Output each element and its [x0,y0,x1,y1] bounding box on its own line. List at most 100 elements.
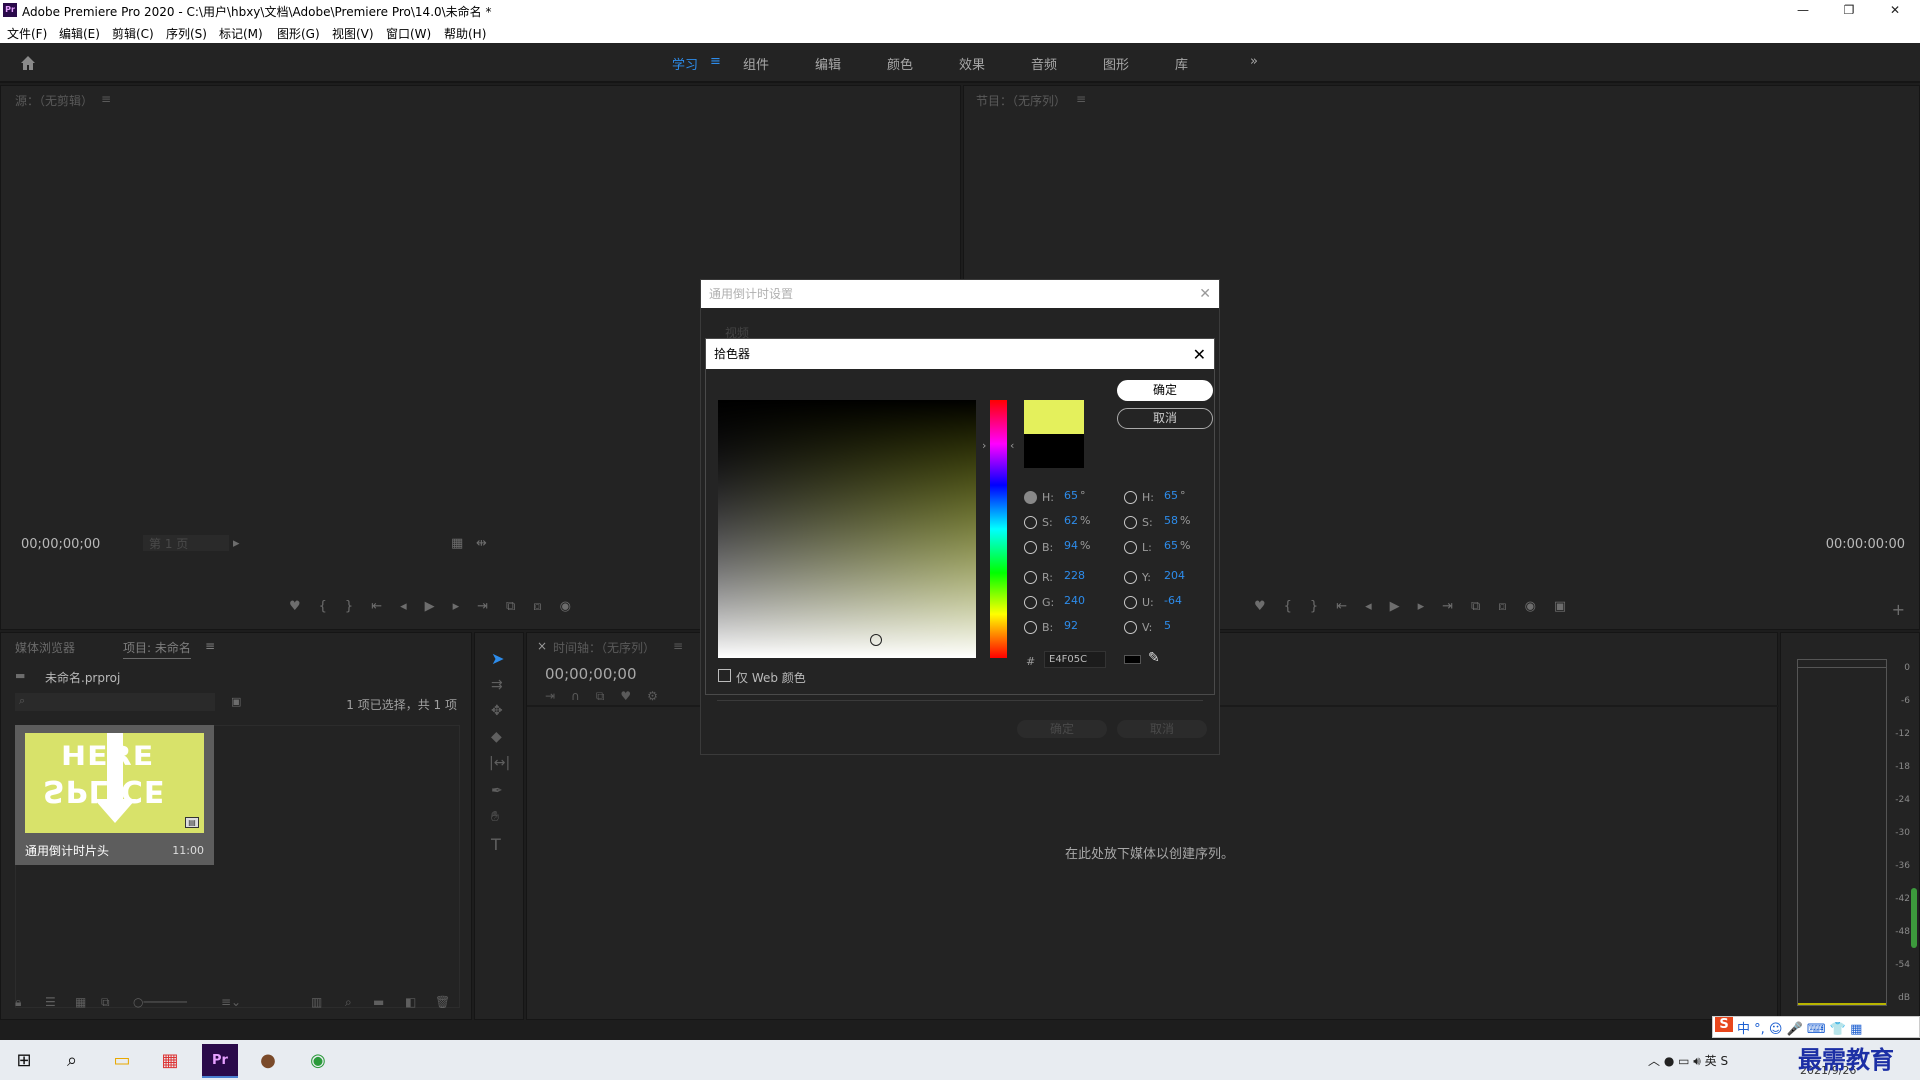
menu-view[interactable]: 视图(V) [332,25,374,42]
premiere-taskbar-icon[interactable]: Pr [202,1044,238,1078]
automate-icon[interactable]: ▥ [311,995,322,1009]
picker-cancel-button[interactable]: 取消 [1117,408,1213,429]
radio-hsl-s[interactable] [1124,516,1137,529]
timeline-close-icon[interactable]: × [537,639,547,653]
volume-slider[interactable] [1911,888,1917,948]
menu-help[interactable]: 帮助(H) [444,25,486,42]
taskbar-app-icon[interactable]: ▦ [152,1044,188,1078]
project-menu-icon[interactable]: ≡ [205,639,215,653]
pen-tool-icon[interactable]: ✒ [491,783,503,799]
selection-tool-icon[interactable]: ➤ [491,649,504,668]
menu-clip[interactable]: 剪辑(C) [112,25,154,42]
yuv-y-value[interactable]: 204 [1164,569,1185,582]
radio-hsl-l[interactable] [1124,541,1137,554]
source-settings-icon[interactable]: ▦ [451,536,463,551]
restore-button[interactable]: ❐ [1826,0,1872,21]
source-fit-icon[interactable]: ⇹ [476,536,487,551]
program-menu-icon[interactable]: ≡ [1076,92,1086,106]
project-footer-toolbar[interactable]: 🔒︎ ☰ ▦ ⧉ ○────── ≡⌄ ▥ ⌕ ▬ ◧ 🗑︎ [15,995,455,1011]
source-menu-icon[interactable]: ≡ [101,92,111,106]
menu-sequence[interactable]: 序列(S) [166,25,207,42]
hsb-b-value[interactable]: 94 [1064,539,1078,552]
color-picker-close-icon[interactable]: ✕ [1193,340,1206,370]
ripple-tool-icon[interactable]: ✥ [491,703,503,719]
radio-yuv-v[interactable] [1124,621,1137,634]
hue-slider[interactable] [990,400,1007,658]
hsl-h-value[interactable]: 65 [1164,489,1178,502]
menu-window[interactable]: 窗口(W) [386,25,431,42]
system-tray-icons[interactable]: ︿ ● ▭ 🔊︎ 英 S [1648,1052,1728,1069]
hsb-s-value[interactable]: 62 [1064,514,1078,527]
project-clip-item[interactable]: HERE SPLICE ▤ 通用倒计时片头 11:00 [15,725,214,865]
sogou-icon[interactable]: S [1715,1017,1733,1032]
rgb-r-value[interactable]: 228 [1064,569,1085,582]
slip-tool-icon[interactable]: |↔| [489,755,510,771]
home-icon[interactable] [18,53,38,73]
color-field[interactable] [718,400,976,658]
radio-hsb-s[interactable] [1024,516,1037,529]
color-field-cursor[interactable] [870,634,882,646]
radio-hsb-h[interactable] [1024,491,1037,504]
rgb-g-value[interactable]: 240 [1064,594,1085,607]
hsl-s-value[interactable]: 58 [1164,514,1178,527]
radio-yuv-u[interactable] [1124,596,1137,609]
new-bin-icon[interactable]: ▣ [231,695,241,708]
workspace-assembly[interactable]: 组件 [743,54,769,73]
menu-graphics[interactable]: 图形(G) [277,25,320,42]
source-page-next-icon[interactable]: ▸ [233,536,240,551]
workspace-overflow-icon[interactable]: » [1250,54,1258,69]
taskbar-search-icon[interactable]: ⌕ [54,1044,90,1078]
timeline-tools[interactable]: ⇥∩⧉♥⚙ [545,689,695,705]
timeline-timecode[interactable]: 00;00;00;00 [545,665,637,683]
new-bin-footer-icon[interactable]: ▬ [373,995,384,1009]
hand-tool-icon[interactable]: ✋︎ [491,809,499,825]
hue-slider-left-arrow-icon[interactable]: › [982,439,986,452]
workspace-graphics[interactable]: 图形 [1103,54,1129,73]
freeform-view-icon[interactable]: ⧉ [101,995,110,1010]
yuv-v-value[interactable]: 5 [1164,619,1171,632]
chrome-icon[interactable]: ◉ [300,1044,336,1078]
workspace-audio[interactable]: 音频 [1031,54,1057,73]
find-icon[interactable]: ⌕ [345,995,352,1010]
program-transport-controls[interactable]: ♥{}⇤◂▶▸⇥⧉⧈◉▣ [1254,599,1704,619]
workspace-color[interactable]: 颜色 [887,54,913,73]
new-item-icon[interactable]: ◧ [405,995,416,1009]
workspace-editing[interactable]: 编辑 [815,54,841,73]
windows-start-icon[interactable]: ⊞ [6,1044,42,1078]
radio-hsl-h[interactable] [1124,491,1137,504]
source-transport-controls[interactable]: ♥{}⇤◂▶▸⇥⧉⧈◉ [289,599,669,619]
menu-edit[interactable]: 编辑(E) [59,25,100,42]
source-page-select[interactable]: 第 1 页 [143,535,229,551]
icon-view-icon[interactable]: ▦ [75,995,86,1009]
ime-toolbar[interactable]: S 中 °, ☺ 🎤 ⌨ 👕 ▦ [1712,1016,1920,1038]
hex-input[interactable] [1044,651,1106,668]
tab-media-browser[interactable]: 媒体浏览器 [15,639,75,656]
hue-slider-right-arrow-icon[interactable]: ‹ [1010,439,1014,452]
radio-rgb-b[interactable] [1024,621,1037,634]
yuv-u-value[interactable]: -64 [1164,594,1182,607]
old-color-swatch[interactable] [1024,434,1084,468]
program-add-button-icon[interactable]: + [1892,600,1905,619]
minimize-button[interactable]: — [1780,0,1826,21]
sort-icon[interactable]: ≡⌄ [221,995,241,1009]
radio-rgb-r[interactable] [1024,571,1037,584]
workspace-effects[interactable]: 效果 [959,54,985,73]
menu-file[interactable]: 文件(F) [7,25,47,42]
workspace-libraries[interactable]: 库 [1175,54,1188,73]
file-explorer-icon[interactable]: ▭ [104,1044,140,1078]
tab-project[interactable]: 项目: 未命名 [123,639,191,659]
countdown-ok-button[interactable]: 确定 [1017,720,1107,738]
hsb-h-value[interactable]: 65 [1064,489,1078,502]
avatar-app-icon[interactable]: ● [250,1044,286,1078]
radio-hsb-b[interactable] [1024,541,1037,554]
razor-tool-icon[interactable]: ◆ [491,729,502,745]
program-timecode[interactable]: 00:00:00:00 [1826,537,1905,552]
list-view-icon[interactable]: ☰ [45,995,56,1009]
zoom-slider-icon[interactable]: ○────── [133,995,187,1009]
ime-status[interactable]: 中 °, ☺ 🎤 ⌨ 👕 ▦ [1737,1018,1862,1037]
web-colors-checkbox[interactable] [718,669,731,682]
rgb-b-value[interactable]: 92 [1064,619,1078,632]
source-timecode[interactable]: 00;00;00;00 [21,537,100,552]
countdown-dialog-close-icon[interactable]: ✕ [1199,280,1211,308]
menu-marker[interactable]: 标记(M) [219,25,263,42]
